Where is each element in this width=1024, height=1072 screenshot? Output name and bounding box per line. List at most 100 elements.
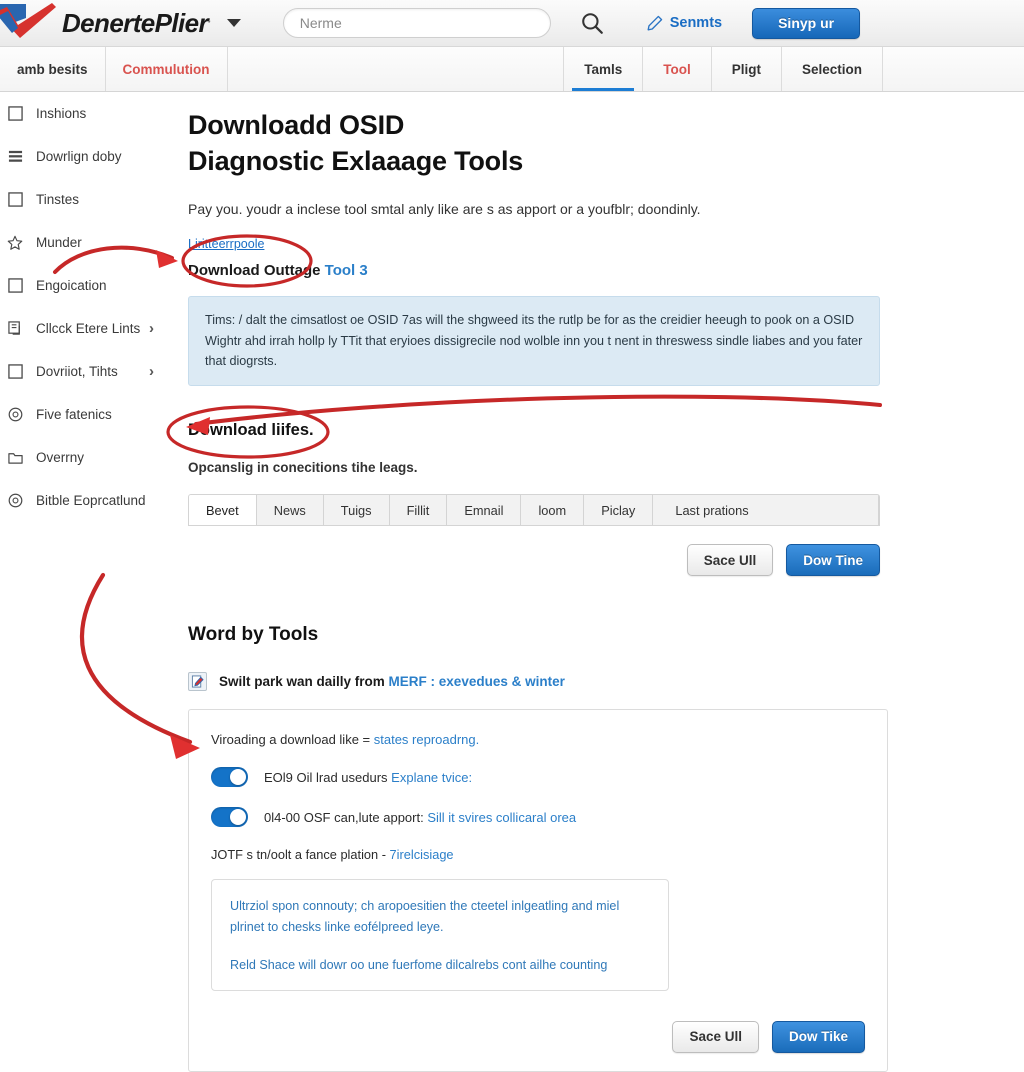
inner-info-box: Ultrziol spon connouty; ch aropoesitien …	[211, 879, 669, 991]
sidebar-item-label: Bitble Eoprcatlund	[36, 493, 146, 508]
download-tool-heading-blue: Tool 3	[324, 262, 368, 280]
folder-icon	[2, 450, 28, 465]
note-text: Swilt park wan dailly from MERF : exeved…	[219, 674, 565, 689]
square-icon	[2, 364, 28, 379]
sidebar-item-tinstes[interactable]: Tinstes	[0, 178, 188, 221]
toggle-switch-2[interactable]	[211, 807, 248, 828]
pencil-icon	[647, 15, 662, 31]
toggle-row-1: ЕOl9 Oil lrad usedurs Explane tvice:	[211, 767, 865, 788]
sidebar-item-munder[interactable]: Munder	[0, 221, 188, 264]
tab-news[interactable]: News	[257, 495, 324, 526]
inline-link[interactable]: Liritteerrpoole	[188, 237, 264, 251]
toggle-label-1-dark: ЕOl9 Oil lrad usedurs	[264, 769, 392, 785]
top-header-bar: DenertePlier. Senmts Sinyp ur	[0, 0, 1024, 47]
sidebar-item-label: Dovriiot, Tihts	[36, 364, 118, 379]
save-button-bottom[interactable]: Sace Ull	[672, 1020, 759, 1053]
chevron-down-icon[interactable]	[226, 19, 241, 27]
sidebar-item-inshions[interactable]: Inshions	[0, 92, 188, 135]
nav-item-amb-besits[interactable]: amb besits	[0, 47, 106, 91]
tab-last-prations[interactable]: Last prations	[653, 495, 879, 526]
button-label: Sace Ull	[689, 1029, 742, 1045]
tab-pligt[interactable]: Pligt	[710, 47, 781, 91]
info-callout-box: Tims: / dalt the cimsatlost oe OSID 7as …	[188, 296, 880, 387]
tab-label: Selection	[801, 61, 862, 77]
button-label: Sace Ull	[703, 552, 757, 568]
settings-card: Viroading a download like = states repro…	[188, 709, 888, 1072]
note-row: Swilt park wan dailly from MERF : exeved…	[188, 672, 1024, 692]
download-button-bottom[interactable]: Dow Tike	[771, 1020, 865, 1053]
circle-dot-icon	[2, 493, 28, 508]
main-content: Downloadd OSID Diagnostic Exlaaage Tools…	[188, 92, 1024, 1072]
nav-tail-spacer	[882, 47, 1024, 91]
brand-text: DenertePlier	[62, 7, 209, 38]
chevron-right-icon[interactable]: ›	[149, 320, 154, 337]
inner-box-paragraph-2: Reld Shace will dowr oo une fuerfome dil…	[230, 958, 608, 973]
page-title-line1: Downloadd OSID	[188, 110, 405, 140]
sidebar-item-bitble-eoprcatlund[interactable]: Bitble Eoprcatlund	[0, 479, 188, 522]
download-tool-heading-dark: Download Outtage	[188, 262, 321, 280]
tab-tool[interactable]: Tool	[642, 47, 711, 91]
tab-piclay[interactable]: Piclay	[584, 495, 654, 526]
tab-emnail[interactable]: Emnail	[447, 495, 522, 526]
star-icon	[2, 235, 28, 251]
nav-item-commulution[interactable]: Commulution	[106, 47, 228, 91]
tab-tamls[interactable]: Tamls	[563, 47, 642, 91]
section3-title: Word by Tools	[188, 624, 319, 646]
tab-selection[interactable]: Selection	[780, 47, 882, 91]
bottom-button-row: Sace Ull Dow Tike	[211, 1020, 865, 1053]
tab-label: Bevet	[206, 502, 239, 518]
sidebar-item-label: Inshions	[36, 106, 87, 121]
sidebar-item-label: Tinstes	[36, 192, 80, 207]
toggle-row-2: 0l4-00 OSF can,lute apport: Sill it svir…	[211, 807, 865, 828]
tab-loom[interactable]: loom	[521, 495, 585, 526]
content-tab-strip: Bevet News Tuigs Fillit Emnail loom Picl…	[188, 494, 880, 527]
page-title-line2: Diagnostic Exlaaage Tools	[188, 145, 524, 176]
circle-dot-icon	[2, 407, 28, 422]
toggle-switch-1[interactable]	[211, 767, 248, 788]
sidebar-item-overrny[interactable]: Overrny	[0, 436, 188, 479]
tab-label: Pligt	[731, 61, 761, 77]
sidebar-item-dovriiot-tihts[interactable]: Dovriiot, Tihts ›	[0, 350, 188, 393]
document-edit-icon	[188, 672, 207, 692]
button-label: Dow Tine	[803, 552, 863, 568]
signup-button[interactable]: Sinyp ur	[752, 7, 861, 39]
tab-fillit[interactable]: Fillit	[390, 495, 448, 526]
toggle-label-1-link[interactable]: Explane tvice:	[391, 770, 472, 785]
download-button-top[interactable]: Dow Tine	[786, 544, 880, 577]
brand-name: DenertePlier.	[62, 8, 211, 39]
sidebar-item-label: Five fatenics	[36, 407, 112, 422]
sidebar-item-label: Munder	[36, 235, 82, 250]
tab-bevet[interactable]: Bevet	[189, 495, 257, 526]
search-input[interactable]	[282, 8, 551, 38]
copy-icon	[2, 321, 28, 336]
sidebar-item-engoication[interactable]: Engoication	[0, 264, 188, 307]
tab-label: loom	[538, 502, 567, 518]
note-text-blue: MERF : exevedues & winter	[388, 674, 565, 690]
sidebar-item-dowrlign-doby[interactable]: Dowrlign doby	[0, 135, 188, 178]
sidebar-item-label: Dowrlign doby	[36, 149, 122, 164]
save-button-top[interactable]: Sace Ull	[686, 544, 774, 577]
tab-label: Tuigs	[340, 502, 372, 518]
tab-tuigs[interactable]: Tuigs	[324, 495, 390, 526]
chevron-right-icon[interactable]: ›	[149, 363, 154, 380]
card-sub-dark: JОTF s tn/oolt a fance plation -	[211, 847, 390, 863]
settings-link[interactable]: Senmts	[647, 15, 722, 31]
tab-label: Last prations	[675, 502, 749, 518]
toggle-label-2-link[interactable]: Sill it svires collicaral orea	[427, 810, 576, 825]
square-icon	[2, 278, 28, 293]
sidebar-item-five-fatenics[interactable]: Five fatenics	[0, 393, 188, 436]
download-tool-heading: Download Outtage Tool 3	[188, 262, 1024, 279]
sidebar-item-label: Engoication	[36, 278, 107, 293]
brand-logo[interactable]	[0, 2, 58, 42]
search-icon[interactable]	[579, 10, 605, 36]
card-sub-link[interactable]: 7irelcisiage	[390, 847, 454, 862]
nav-item-label: amb besits	[17, 61, 88, 77]
toggle-knob	[230, 809, 246, 826]
square-icon	[2, 106, 28, 121]
tab-label: Piclay	[601, 502, 636, 518]
section2-subtitle: Opcanslig in conecitions tihe leags.	[188, 460, 418, 476]
card-lead-link[interactable]: states reproadrng.	[374, 732, 480, 747]
tab-label: Tamls	[584, 61, 623, 77]
sidebar-item-cllcck-etere-lints[interactable]: Cllcck Etere Lints ›	[0, 307, 188, 350]
